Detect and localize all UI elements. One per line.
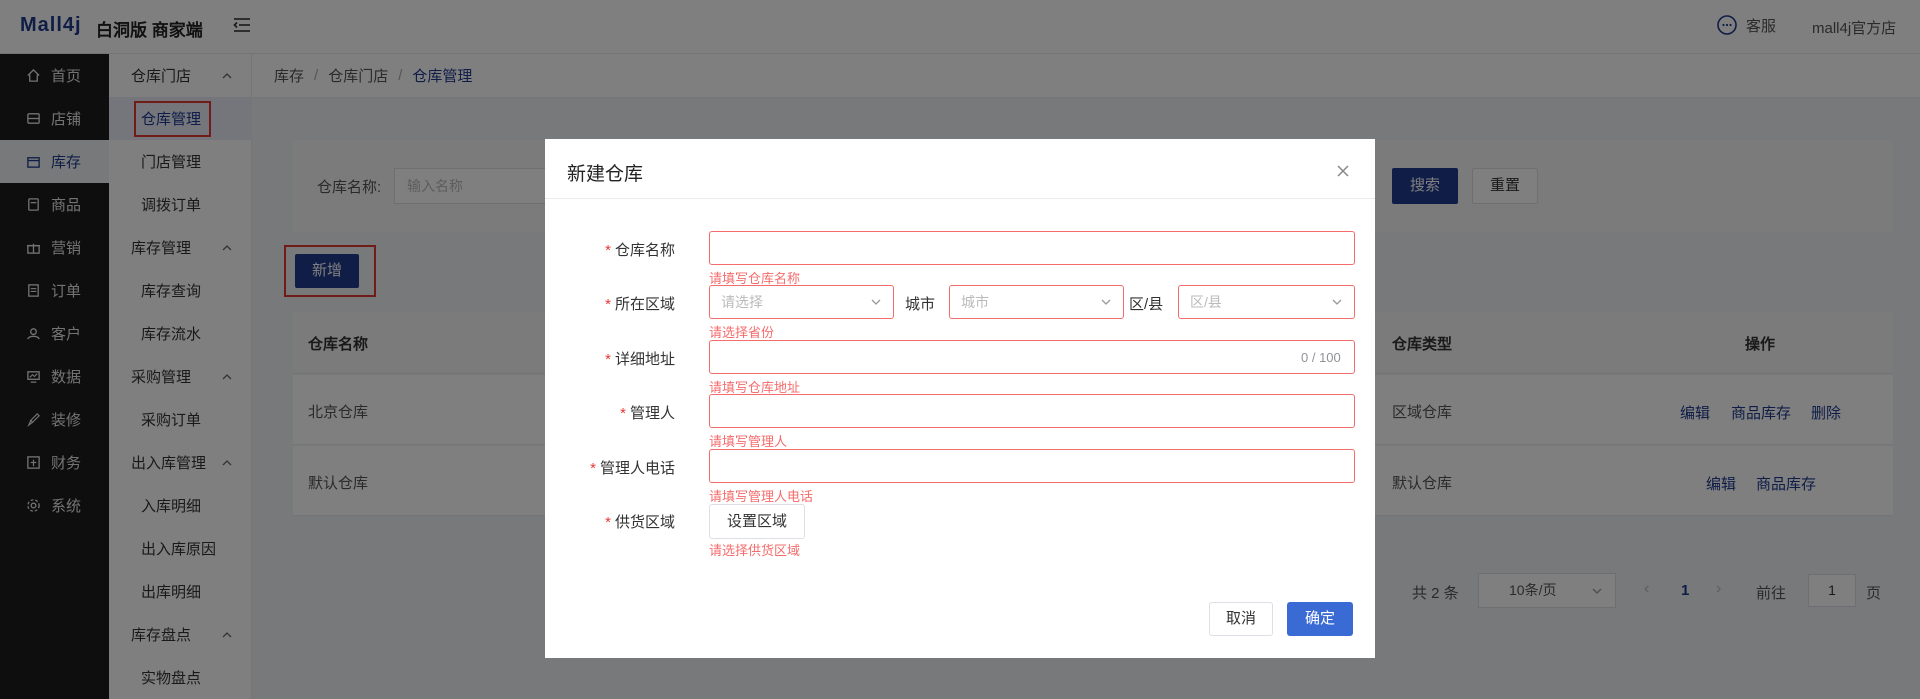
address-char-counter: 0 / 100 (1301, 350, 1341, 365)
required-mark: * (605, 351, 611, 368)
supply-area-error: 请选择供货区域 (709, 543, 801, 558)
cancel-button[interactable]: 取消 (1209, 602, 1273, 636)
required-mark: * (590, 460, 596, 477)
address-input[interactable] (709, 340, 1355, 374)
manager-phone-input[interactable] (709, 449, 1355, 483)
field-label-manager-phone: * 管理人电话 (545, 457, 675, 478)
field-label-supply-area: * 供货区域 (545, 511, 675, 532)
manager-input[interactable] (709, 394, 1355, 428)
chevron-down-icon (1101, 299, 1111, 305)
dialog-title: 新建仓库 (567, 164, 644, 185)
city-select[interactable]: 城市 (949, 285, 1124, 319)
required-mark: * (605, 296, 611, 313)
new-warehouse-dialog: 新建仓库 * 仓库名称 请填写仓库名称 * 所在区域 请选择 城市 城市 区/县 区… (545, 139, 1375, 658)
field-label-address: * 详细地址 (545, 348, 675, 369)
chevron-down-icon (1332, 299, 1342, 305)
manager-error: 请填写管理人 (709, 434, 788, 449)
field-label-text: 供货区域 (614, 514, 675, 531)
field-label-manager: * 管理人 (545, 402, 675, 423)
set-area-button[interactable]: 设置区域 (709, 504, 805, 539)
field-label-region: * 所在区域 (545, 293, 675, 314)
region-error: 请选择省份 (709, 325, 775, 340)
chevron-down-icon (871, 299, 881, 305)
dialog-divider (545, 198, 1375, 199)
field-label-text: 仓库名称 (614, 242, 675, 259)
warehouse-name-input[interactable] (709, 231, 1355, 265)
field-label-text: 管理人电话 (599, 460, 675, 477)
district-placeholder: 区/县 (1190, 294, 1222, 310)
required-mark: * (605, 242, 611, 259)
city-label: 城市 (905, 296, 936, 313)
close-icon[interactable] (1335, 163, 1351, 179)
field-label-text: 所在区域 (614, 296, 675, 313)
confirm-button[interactable]: 确定 (1287, 602, 1353, 636)
city-placeholder: 城市 (961, 294, 989, 310)
province-select[interactable]: 请选择 (709, 285, 894, 319)
required-mark: * (605, 514, 611, 531)
district-select[interactable]: 区/县 (1178, 285, 1355, 319)
field-label-warehouse-name: * 仓库名称 (545, 239, 675, 260)
field-label-text: 详细地址 (614, 351, 675, 368)
district-label: 区/县 (1129, 296, 1164, 313)
manager-phone-error: 请填写管理人电话 (709, 489, 814, 504)
field-label-text: 管理人 (629, 405, 675, 422)
province-placeholder: 请选择 (721, 294, 763, 310)
required-mark: * (620, 405, 626, 422)
